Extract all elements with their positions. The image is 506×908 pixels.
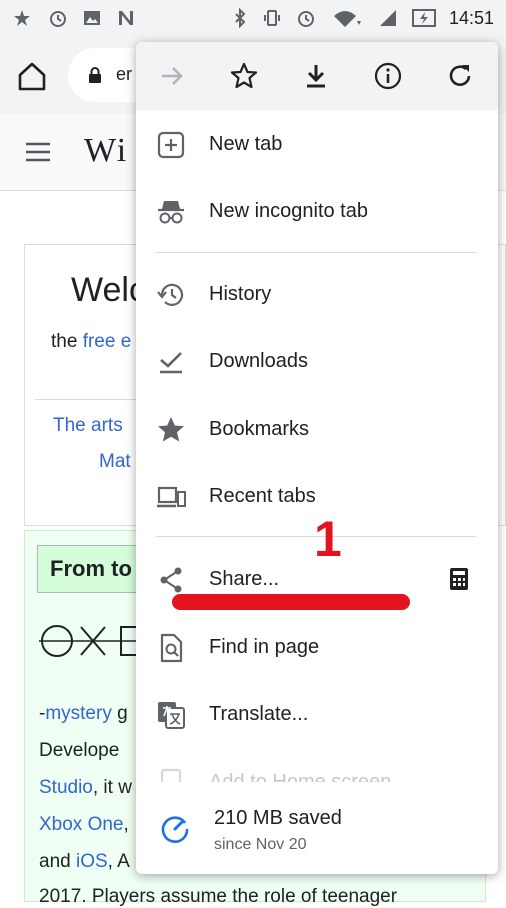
devices-icon: [157, 486, 186, 508]
featured-article-title: From to: [50, 556, 132, 581]
incognito-icon: [158, 201, 184, 224]
signal-icon: [380, 10, 396, 26]
text: , A: [107, 851, 130, 872]
menu-item-label: New tab: [209, 133, 283, 155]
forward-icon: [162, 67, 183, 85]
new-tab-icon: [157, 131, 185, 159]
annotation-underline: [172, 594, 410, 610]
browser-overflow-menu: New tab New incognito tab History Downlo…: [136, 42, 498, 874]
article-line: Xbox One,: [39, 814, 129, 836]
article-link[interactable]: Xbox One: [39, 814, 124, 835]
alarm-icon: [50, 11, 66, 27]
free-encyclopedia-link[interactable]: free e: [83, 331, 132, 352]
text: Develope: [39, 740, 120, 761]
history-icon: [157, 283, 184, 306]
menu-item-label: Bookmarks: [209, 418, 310, 440]
hamburger-menu-icon[interactable]: [24, 140, 52, 164]
image-icon: [84, 11, 100, 25]
data-saver-gauge-icon: [161, 816, 189, 843]
tagline: the free e: [51, 331, 131, 353]
tagline-text: the: [51, 331, 78, 352]
article-link[interactable]: Studio: [39, 777, 93, 798]
share-icon: [160, 567, 182, 593]
portal-link-math[interactable]: Mat: [99, 451, 131, 473]
menu-item-new-tab[interactable]: New tab: [136, 116, 498, 172]
data-saved-amount: 210 MB saved: [214, 807, 342, 829]
wifi-icon: [334, 11, 361, 27]
article-line: -mystery g: [39, 703, 128, 725]
menu-item-translate[interactable]: Translate...: [136, 686, 498, 742]
battery-charging-icon: [412, 9, 436, 27]
menu-item-label: Find in page: [209, 636, 320, 658]
menu-item-label: Translate...: [209, 703, 309, 725]
menu-item-label: Share...: [209, 568, 280, 590]
menu-item-history[interactable]: History: [136, 266, 498, 322]
alarm-icon: [298, 11, 314, 27]
find-in-page-icon: [160, 633, 183, 663]
article-link[interactable]: iOS: [76, 851, 108, 872]
menu-divider: [156, 252, 476, 253]
article-line: Develope: [39, 740, 119, 762]
article-link[interactable]: mystery: [45, 703, 112, 724]
download-icon: [307, 65, 325, 88]
lock-icon: [89, 67, 101, 83]
text: 2017. Players assume the role of teenage…: [39, 886, 398, 907]
text: g: [111, 703, 128, 724]
page-info-button[interactable]: [370, 58, 406, 94]
wikipedia-logo[interactable]: Wi: [84, 132, 128, 170]
vibrate-icon: [264, 10, 280, 26]
menu-item-downloads[interactable]: Downloads: [136, 333, 498, 389]
downloads-check-icon: [160, 352, 182, 374]
data-saver-icon: [14, 10, 30, 26]
bluetooth-icon: [235, 8, 246, 28]
welcome-heading: Welc: [71, 271, 146, 309]
annotation-step-number: 1: [314, 511, 342, 567]
text: ,: [123, 814, 129, 835]
bookmark-button[interactable]: [226, 58, 262, 94]
status-bar: 14:51: [0, 0, 506, 36]
menu-item-label: New incognito tab: [209, 200, 368, 222]
refresh-icon: [449, 65, 471, 86]
menu-item-label: Recent tabs: [209, 485, 316, 507]
download-page-button[interactable]: [298, 58, 334, 94]
info-icon: [374, 62, 402, 90]
url-text: er: [116, 64, 133, 84]
portal-link-arts[interactable]: The arts: [53, 415, 123, 437]
add-to-home-icon: [160, 768, 182, 782]
menu-item-label: Add to Home screen: [209, 771, 392, 782]
text: and: [39, 851, 76, 872]
text: , it w: [92, 777, 132, 798]
menu-item-new-incognito-tab[interactable]: New incognito tab: [136, 183, 498, 239]
n-app-icon: [119, 11, 133, 25]
home-icon[interactable]: [14, 58, 50, 94]
refresh-button[interactable]: [442, 58, 478, 94]
menu-item-bookmarks[interactable]: Bookmarks: [136, 401, 498, 457]
menu-item-find-in-page[interactable]: Find in page: [136, 619, 498, 675]
menu-item-add-to-home-screen[interactable]: Add to Home screen: [136, 754, 498, 782]
menu-icon-row: [136, 42, 498, 110]
data-saved-since: since Nov 20: [214, 836, 307, 853]
translate-icon: [158, 702, 185, 729]
calculator-icon[interactable]: [448, 567, 470, 591]
article-line: 2017. Players assume the role of teenage…: [39, 886, 397, 908]
menu-item-label: Downloads: [209, 350, 308, 372]
star-icon: [158, 417, 184, 442]
article-line: and iOS, A: [39, 851, 130, 873]
forward-button[interactable]: [154, 58, 190, 94]
article-line: Studio, it w: [39, 777, 132, 799]
clock: 14:51: [448, 8, 494, 28]
bookmark-star-icon: [230, 62, 258, 89]
menu-item-label: History: [209, 283, 272, 305]
